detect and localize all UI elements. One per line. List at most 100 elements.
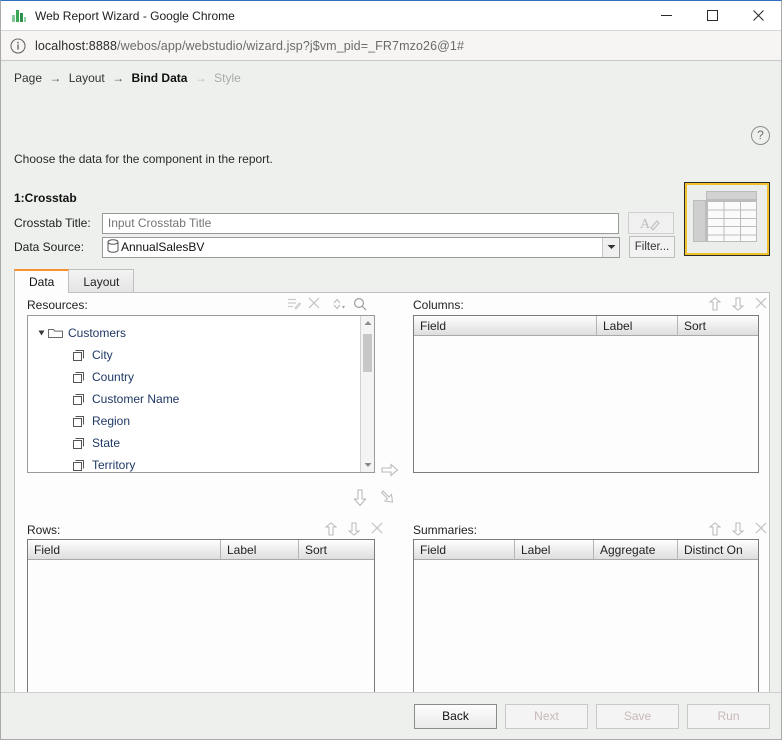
database-cylinder-icon: [107, 239, 119, 256]
tree-node-label: Region: [92, 414, 130, 428]
field-square-icon: [72, 349, 88, 362]
add-to-columns-button[interactable]: [381, 463, 399, 481]
tab-strip: Data Layout: [14, 269, 133, 293]
close-x-icon: [308, 297, 322, 311]
column-header-label[interactable]: Label: [597, 316, 678, 336]
columns-grid-header: Field Label Sort: [414, 316, 758, 336]
tree-node-city[interactable]: City: [36, 344, 360, 366]
breadcrumb-separator: →: [49, 71, 61, 85]
arrow-up-icon: [325, 522, 339, 536]
address-url[interactable]: localhost:8888/webos/app/webstudio/wizar…: [35, 39, 464, 53]
field-square-icon: [72, 371, 88, 384]
title-format-button: A: [628, 212, 674, 234]
arrow-down-icon: [732, 297, 746, 311]
field-square-icon: [72, 459, 88, 472]
breadcrumb-separator: →: [195, 71, 207, 85]
tab-data[interactable]: Data: [14, 269, 69, 293]
arrow-up-icon: [709, 297, 723, 311]
summary-header-field[interactable]: Field: [414, 540, 515, 560]
summaries-toolbar: [709, 522, 769, 536]
tree-node-country[interactable]: Country: [36, 366, 360, 388]
expand-triangle-icon[interactable]: [36, 329, 48, 337]
breadcrumb-item-layout[interactable]: Layout: [69, 71, 105, 85]
columns-toolbar: [709, 297, 769, 311]
resources-toolbar: [287, 297, 367, 311]
resources-tree[interactable]: Customers City Country: [27, 315, 375, 473]
rows-label: Rows:: [27, 523, 60, 537]
svg-text:A: A: [640, 217, 651, 231]
close-x-icon: [371, 522, 385, 536]
data-source-select[interactable]: AnnualSalesBV: [102, 237, 620, 258]
scroll-up-icon[interactable]: [361, 316, 374, 330]
resources-label: Resources:: [27, 298, 88, 312]
summaries-grid[interactable]: Field Label Aggregate Distinct On: [413, 539, 759, 692]
info-circle-icon[interactable]: [10, 38, 26, 54]
browser-window: Web Report Wizard - Google Chrome localh…: [0, 0, 782, 740]
add-to-summaries-button[interactable]: [381, 489, 398, 510]
data-source-row: Data Source: AnnualSalesBV Filter...: [14, 236, 774, 258]
tree-node-label: Territory: [92, 458, 135, 472]
address-bar[interactable]: localhost:8888/webos/app/webstudio/wizar…: [1, 31, 781, 61]
rows-grid[interactable]: Field Label Sort: [27, 539, 375, 692]
edit-list-icon: [287, 297, 301, 311]
url-path: /webos/app/webstudio/wizard.jsp?j$vm_pid…: [117, 39, 464, 53]
columns-label: Columns:: [413, 298, 464, 312]
summary-header-label[interactable]: Label: [515, 540, 594, 560]
tree-node-customer-name[interactable]: Customer Name: [36, 388, 360, 410]
title-bar: Web Report Wizard - Google Chrome: [1, 1, 781, 31]
tree-node-region[interactable]: Region: [36, 410, 360, 432]
arrow-diagonal-icon: [381, 489, 398, 507]
tab-panel-data: Resources:: [14, 292, 770, 692]
crosstab-title-label: Crosstab Title:: [14, 216, 102, 230]
tab-layout[interactable]: Layout: [68, 269, 134, 293]
arrow-down-icon: [732, 522, 746, 536]
close-x-icon: [755, 522, 769, 536]
scroll-down-icon[interactable]: [361, 458, 374, 472]
breadcrumb-item-style: Style: [214, 71, 241, 85]
crosstab-thumbnail[interactable]: [685, 183, 769, 255]
search-icon[interactable]: [353, 297, 367, 311]
arrow-down-icon: [353, 489, 368, 507]
url-host: localhost:8888: [35, 39, 117, 53]
add-to-rows-button[interactable]: [353, 489, 368, 510]
row-header-field[interactable]: Field: [28, 540, 221, 560]
back-button[interactable]: Back: [414, 704, 497, 729]
filter-button[interactable]: Filter...: [629, 236, 675, 258]
help-circle-icon[interactable]: ?: [751, 126, 770, 145]
wizard-page: Page → Layout → Bind Data → Style ? Choo…: [1, 61, 781, 692]
close-x-icon: [755, 297, 769, 311]
chevron-down-icon[interactable]: [602, 238, 619, 257]
tree-node-customers[interactable]: Customers: [36, 322, 360, 344]
summary-header-aggregate[interactable]: Aggregate: [594, 540, 678, 560]
next-button: Next: [505, 704, 588, 729]
maximize-icon[interactable]: [689, 1, 735, 31]
tree-node-label: Customer Name: [92, 392, 179, 406]
bar-chart-favicon: [11, 8, 27, 24]
column-header-sort[interactable]: Sort: [678, 316, 758, 336]
run-button: Run: [687, 704, 770, 729]
summary-header-distinct-on[interactable]: Distinct On: [678, 540, 758, 560]
resources-scrollbar[interactable]: [360, 316, 374, 472]
row-header-label[interactable]: Label: [221, 540, 299, 560]
scrollbar-thumb[interactable]: [363, 334, 372, 372]
rows-grid-header: Field Label Sort: [28, 540, 374, 560]
tree-node-state[interactable]: State: [36, 432, 360, 454]
breadcrumb-item-bind-data[interactable]: Bind Data: [131, 71, 187, 85]
wizard-footer: Back Next Save Run: [1, 692, 781, 739]
column-header-field[interactable]: Field: [414, 316, 597, 336]
save-button: Save: [596, 704, 679, 729]
page-subtitle: Choose the data for the component in the…: [14, 152, 273, 166]
minimize-icon[interactable]: [643, 1, 689, 31]
close-icon[interactable]: [735, 1, 781, 31]
breadcrumb-item-page[interactable]: Page: [14, 71, 42, 85]
crosstab-title-input[interactable]: [102, 213, 619, 234]
window-controls: [643, 1, 781, 31]
breadcrumb-separator: →: [112, 71, 124, 85]
row-header-sort[interactable]: Sort: [299, 540, 374, 560]
field-square-icon: [72, 393, 88, 406]
field-square-icon: [72, 415, 88, 428]
tree-node-territory[interactable]: Territory: [36, 454, 360, 473]
crosstab-title-row: Crosstab Title: A: [14, 212, 674, 234]
columns-grid[interactable]: Field Label Sort: [413, 315, 759, 473]
tree-node-label: Customers: [68, 326, 126, 340]
